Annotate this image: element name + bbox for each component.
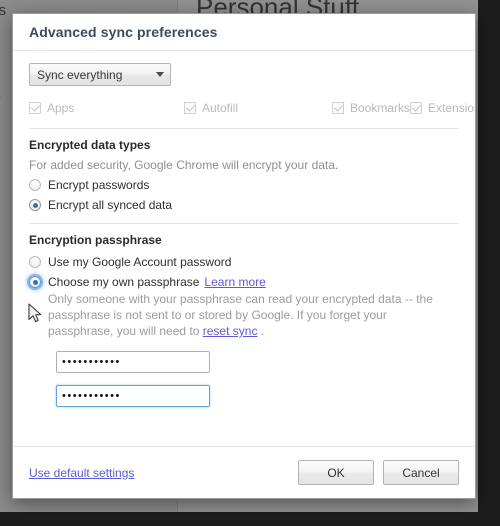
section-divider	[29, 223, 459, 224]
learn-more-link[interactable]: Learn more	[204, 275, 265, 289]
passphrase-help-text: Only someone with your passphrase can re…	[48, 291, 448, 339]
passphrase-input[interactable]: •••••••••••	[56, 351, 210, 373]
checkbox-checked-icon	[184, 102, 196, 114]
encrypted-data-types-description: For added security, Google Chrome will e…	[29, 158, 339, 172]
radio-label: Encrypt passwords	[48, 178, 150, 192]
checkbox-checked-icon	[332, 102, 344, 114]
radio-selected-icon	[29, 199, 41, 211]
checkbox-autofill[interactable]: Autofill	[184, 98, 332, 118]
checkbox-apps[interactable]: Apps	[29, 98, 184, 118]
radio-unselected-icon	[29, 179, 41, 191]
datatype-checkbox-grid: Apps Autofill Bookmarks Extensions Passw…	[29, 98, 475, 118]
advanced-sync-preferences-dialog: Advanced sync preferences Sync everythin…	[12, 13, 476, 499]
radio-use-google-account-password[interactable]: Use my Google Account password	[29, 255, 459, 269]
radio-label: Choose my own passphrase	[48, 275, 200, 289]
sync-scope-select-value: Sync everything	[37, 67, 123, 82]
radio-encrypt-passwords[interactable]: Encrypt passwords	[29, 178, 459, 192]
radio-label: Encrypt all synced data	[48, 198, 173, 212]
dialog-header: Advanced sync preferences	[13, 14, 475, 51]
screen: ons Ba l s H ns Personal Stuff da li Adv…	[0, 0, 500, 526]
checkbox-extensions[interactable]: Extensions	[410, 98, 475, 118]
radio-unselected-icon	[29, 256, 41, 268]
checkbox-checked-icon	[410, 102, 423, 114]
radio-selected-icon	[29, 276, 41, 288]
dialog-body: Sync everything Apps Autofill Bookmarks	[13, 51, 475, 446]
radio-encrypt-all-synced-data[interactable]: Encrypt all synced data	[29, 198, 459, 212]
confirm-passphrase-input[interactable]: •••••••••••	[56, 385, 210, 407]
dialog-title: Advanced sync preferences	[29, 24, 218, 40]
encrypted-data-types-heading: Encrypted data types	[29, 138, 151, 152]
checkbox-label: Bookmarks	[350, 101, 411, 115]
passphrase-help-part2: .	[257, 324, 265, 338]
reset-sync-link[interactable]: reset sync	[203, 324, 258, 338]
checkbox-label: Extensions	[428, 101, 475, 115]
sync-select-wrapper: Sync everything	[29, 63, 459, 86]
ok-button[interactable]: OK	[298, 460, 374, 485]
use-default-settings-link[interactable]: Use default settings	[29, 466, 134, 480]
radio-choose-own-passphrase[interactable]: Choose my own passphrase Learn more	[29, 275, 459, 289]
checkbox-bookmarks[interactable]: Bookmarks	[332, 98, 410, 118]
footer-button-group: OK Cancel	[298, 460, 459, 485]
checkbox-label: Autofill	[202, 101, 239, 115]
checkbox-checked-icon	[29, 102, 41, 114]
sync-scope-select[interactable]: Sync everything	[29, 63, 171, 86]
chevron-down-icon	[156, 72, 164, 77]
encryption-passphrase-heading: Encryption passphrase	[29, 233, 162, 247]
dialog-footer: Use default settings OK Cancel	[13, 446, 475, 498]
checkbox-label: Apps	[47, 101, 75, 115]
radio-label: Use my Google Account password	[48, 255, 232, 269]
cancel-button[interactable]: Cancel	[383, 460, 459, 485]
section-divider	[29, 128, 459, 129]
